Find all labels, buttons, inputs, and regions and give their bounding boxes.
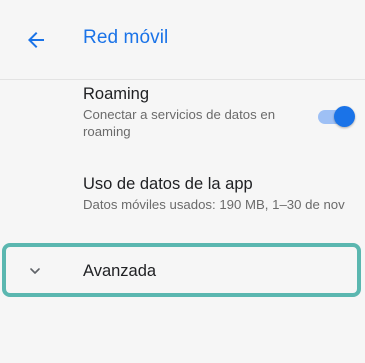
roaming-title: Roaming [83,85,150,103]
back-arrow-icon[interactable] [24,28,48,52]
chevron-down-icon [30,268,40,274]
app-bar: Red móvil [0,0,365,80]
toggle-thumb [334,106,355,127]
app-data-usage-setting[interactable]: Uso de datos de la app Datos móviles usa… [0,162,365,244]
app-data-usage-subtitle: Datos móviles usados: 190 MB, 1–30 de no… [83,197,345,212]
roaming-subtitle: Conectar a servicios de datos en roaming [83,107,276,139]
screen: Red móvil Roaming Conectar a servicios d… [0,0,365,363]
roaming-setting[interactable]: Roaming Conectar a servicios de datos en… [0,80,365,162]
advanced-label: Avanzada [83,262,157,280]
advanced-setting[interactable]: Avanzada [0,246,365,294]
page-title: Red móvil [83,27,169,48]
app-data-usage-title: Uso de datos de la app [83,175,253,193]
roaming-toggle[interactable] [318,106,355,127]
